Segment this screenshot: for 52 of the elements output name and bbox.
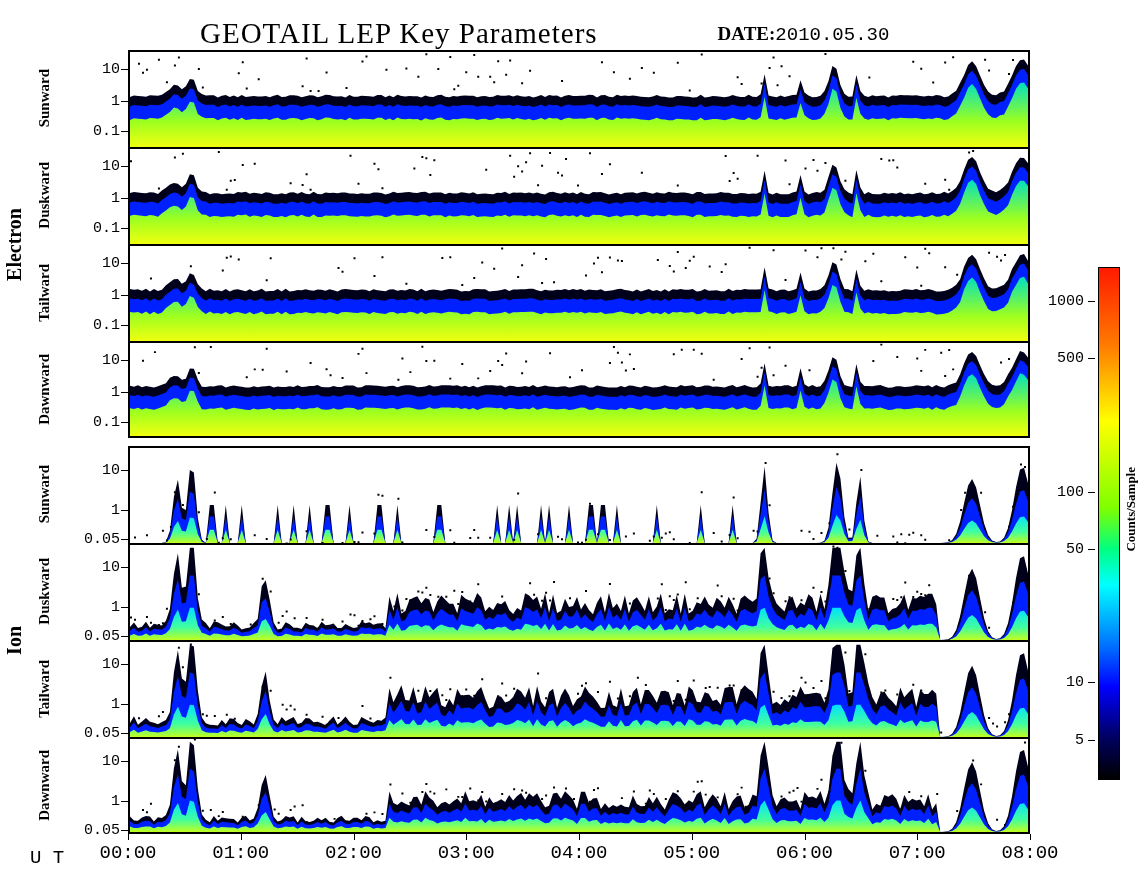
colorbar-tick-label: 50 xyxy=(1066,541,1084,557)
y-tick-label: 0.1 xyxy=(93,220,120,236)
x-tick-label: 06:00 xyxy=(776,844,833,863)
x-tick-label: 08:00 xyxy=(1001,844,1059,863)
colorbar-tick-label: 5 xyxy=(1075,732,1084,748)
panel-label: Tailward xyxy=(34,263,53,322)
y-tick-label: 10 xyxy=(102,656,120,672)
x-tick-label: 05:00 xyxy=(663,844,721,863)
panel-label: Dawnward xyxy=(34,354,53,425)
y-tick-label: 10 xyxy=(102,158,120,174)
panel-label: Tailward xyxy=(34,659,53,718)
y-tick-label: 10 xyxy=(102,352,120,368)
y-tick-label: 0.1 xyxy=(93,123,120,139)
y-tick-label: 1 xyxy=(111,793,120,809)
colorbar-tick-label: 100 xyxy=(1057,484,1084,500)
panel-label: Sunward xyxy=(34,69,53,128)
y-tick-label: 10 xyxy=(102,255,120,271)
panel-label: Sunward xyxy=(34,465,53,524)
date-label: DATE:2010.05.30 xyxy=(717,22,890,48)
x-tick-label: 00:00 xyxy=(99,844,157,863)
y-tick-label: 1 xyxy=(111,696,120,712)
y-tick-label: 0.05 xyxy=(84,822,120,838)
y-tick-label: 1 xyxy=(111,287,120,303)
y-tick-label: 10 xyxy=(102,462,120,478)
colorbar-tick-label: 10 xyxy=(1066,674,1084,690)
y-tick-label: 1 xyxy=(111,502,120,518)
x-tick-label: 03:00 xyxy=(437,844,495,863)
y-tick-label: 0.05 xyxy=(84,628,120,644)
x-tick-label: 04:00 xyxy=(550,844,608,863)
plot-title: GEOTAIL LEP Key Parameters xyxy=(200,16,598,50)
x-tick-label: 02:00 xyxy=(325,844,382,863)
y-tick-label: 1 xyxy=(111,599,120,615)
y-tick-label: 0.05 xyxy=(84,725,120,741)
y-tick-label: 0.1 xyxy=(93,317,120,333)
y-tick-label: 10 xyxy=(102,753,120,769)
y-tick-label: 1 xyxy=(111,93,120,109)
colorbar-label: Counts/Sample xyxy=(1123,467,1139,552)
group-label: Electron xyxy=(2,207,26,281)
colorbar-tick-label: 1000 xyxy=(1048,293,1084,309)
y-tick-label: 1 xyxy=(111,190,120,206)
panel-label: Duskward xyxy=(34,162,53,229)
group-label: Ion xyxy=(2,625,26,655)
y-tick-label: 10 xyxy=(102,559,120,575)
panel-label: Dawnward xyxy=(34,750,53,821)
y-tick-label: 0.05 xyxy=(84,531,120,547)
colorbar-tick-label: 500 xyxy=(1057,350,1084,366)
panel-label: Duskward xyxy=(34,558,53,625)
y-tick-label: 0.1 xyxy=(93,414,120,430)
y-tick-label: 1 xyxy=(111,384,120,400)
x-tick-label: 07:00 xyxy=(888,844,946,863)
x-tick-label: 01:00 xyxy=(212,844,270,863)
y-tick-label: 10 xyxy=(102,61,120,77)
